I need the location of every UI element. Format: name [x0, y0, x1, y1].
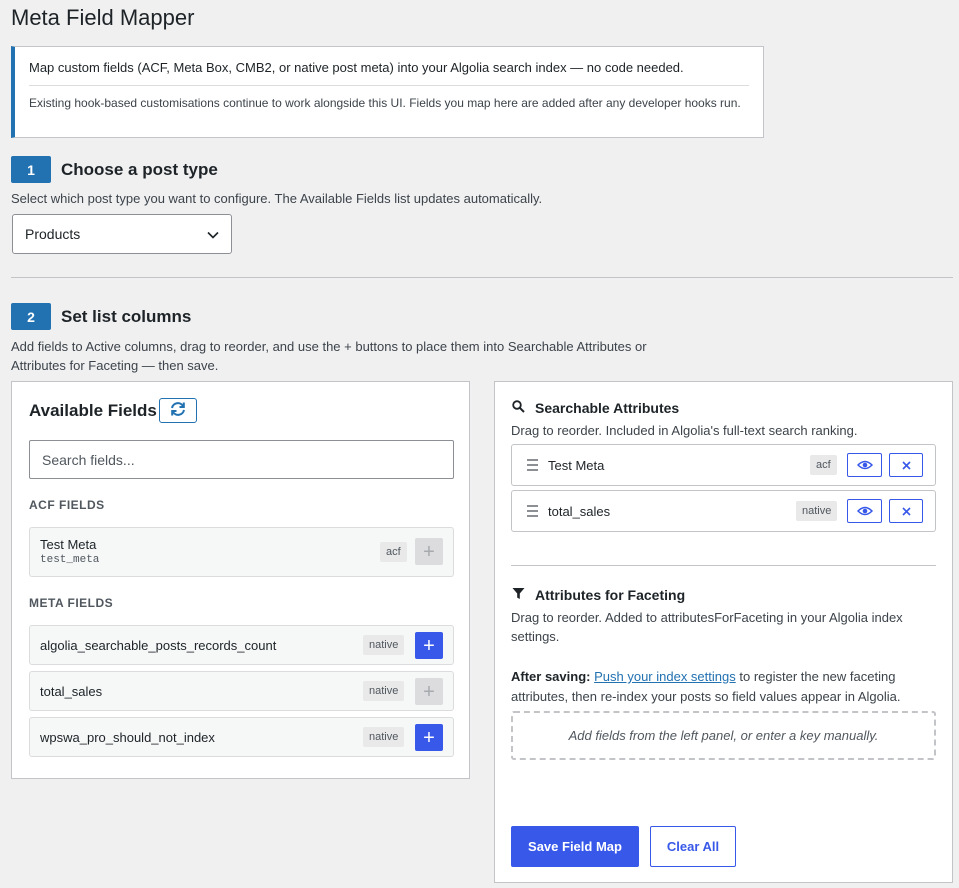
source-badge: native [363, 727, 405, 747]
section-divider [11, 277, 953, 278]
step-2-description: Add fields to Active columns, drag to re… [11, 339, 647, 373]
save-field-map-button[interactable]: Save Field Map [511, 826, 639, 867]
source-badge: native [363, 635, 405, 655]
step-1-header: 1 Choose a post type [11, 156, 218, 183]
source-badge: acf [380, 542, 407, 562]
refresh-icon [169, 401, 187, 420]
drag-handle-icon[interactable] [527, 505, 538, 520]
step-2-header: 2 Set list columns [11, 303, 191, 330]
close-icon [901, 458, 911, 473]
post-type-select-value: Products [25, 226, 81, 242]
faceting-attributes-header: Attributes for Faceting [512, 587, 685, 603]
post-type-select[interactable]: Products [12, 214, 232, 254]
attribute-name: Test Meta [548, 458, 605, 473]
faceting-attributes-description: Drag to reorder. Added to attributesForF… [511, 610, 903, 644]
close-icon [901, 504, 911, 519]
searchable-attributes-title: Searchable Attributes [535, 400, 680, 416]
field-row-total-sales[interactable]: total_sales native + [29, 671, 454, 711]
searchable-attributes-description: Drag to reorder. Included in Algolia's f… [511, 423, 858, 438]
field-row-algolia-records-count[interactable]: algolia_searchable_posts_records_count n… [29, 625, 454, 665]
faceting-attributes-title: Attributes for Faceting [535, 587, 686, 603]
meta-fields-label: META FIELDS [29, 596, 114, 610]
searchable-row-test-meta[interactable]: Test Meta acf [511, 444, 936, 486]
field-name: algolia_searchable_posts_records_count [40, 638, 277, 653]
field-name: wpswa_pro_should_not_index [40, 730, 215, 745]
searchable-attributes-header: Searchable Attributes [512, 400, 679, 416]
source-badge: native [363, 681, 405, 701]
add-field-button[interactable]: + [415, 538, 443, 565]
field-key: test_meta [40, 554, 100, 566]
attribute-name: total_sales [548, 504, 611, 519]
search-icon [512, 400, 525, 416]
available-fields-panel: Available Fields ACF FIELDS Test Meta te… [11, 381, 470, 779]
add-field-button[interactable]: + [415, 632, 443, 659]
notice-line-1: Map custom fields (ACF, Meta Box, CMB2, … [29, 60, 684, 75]
active-attributes-panel: Searchable Attributes Drag to reorder. I… [494, 381, 953, 883]
search-fields-input[interactable] [29, 440, 454, 479]
step-1-description: Select which post type you want to confi… [11, 191, 543, 206]
source-badge: acf [810, 455, 837, 475]
dropzone-hint: Add fields from the left panel, or enter… [568, 728, 879, 743]
step-2-number: 2 [11, 303, 51, 330]
page-title: Meta Field Mapper [11, 5, 195, 30]
toggle-visibility-button[interactable] [847, 499, 882, 523]
add-field-button[interactable]: + [415, 724, 443, 751]
clear-all-button[interactable]: Clear All [650, 826, 736, 867]
toggle-visibility-button[interactable] [847, 453, 882, 477]
notice-line-2: Existing hook-based customisations conti… [29, 96, 741, 110]
available-fields-title: Available Fields [29, 401, 157, 420]
filter-icon [512, 587, 525, 603]
push-index-settings-link[interactable]: Push your index settings [594, 669, 736, 684]
eye-icon [856, 458, 873, 473]
field-row-test-meta[interactable]: Test Meta test_meta acf + [29, 527, 454, 577]
remove-button[interactable] [889, 499, 923, 523]
field-name: Test Meta [40, 537, 97, 552]
acf-fields-label: ACF FIELDS [29, 498, 105, 512]
eye-icon [856, 504, 873, 519]
step-2-title: Set list columns [61, 306, 192, 326]
refresh-button[interactable] [159, 398, 197, 423]
after-saving-note: After saving: Push your index settings t… [511, 667, 941, 707]
step-1-number: 1 [11, 156, 51, 183]
drag-handle-icon[interactable] [527, 459, 538, 474]
source-badge: native [796, 501, 838, 521]
after-saving-label: After saving: [511, 669, 591, 684]
notice-divider [29, 85, 749, 86]
remove-button[interactable] [889, 453, 923, 477]
field-name: total_sales [40, 684, 103, 699]
field-row-should-not-index[interactable]: wpswa_pro_should_not_index native + [29, 717, 454, 757]
attributes-divider [511, 565, 936, 566]
step-1-title: Choose a post type [61, 159, 218, 179]
chevron-down-icon [207, 226, 219, 242]
searchable-row-total-sales[interactable]: total_sales native [511, 490, 936, 532]
info-notice: Map custom fields (ACF, Meta Box, CMB2, … [11, 46, 764, 138]
add-field-button[interactable]: + [415, 678, 443, 705]
faceting-dropzone[interactable]: Add fields from the left panel, or enter… [511, 711, 936, 760]
